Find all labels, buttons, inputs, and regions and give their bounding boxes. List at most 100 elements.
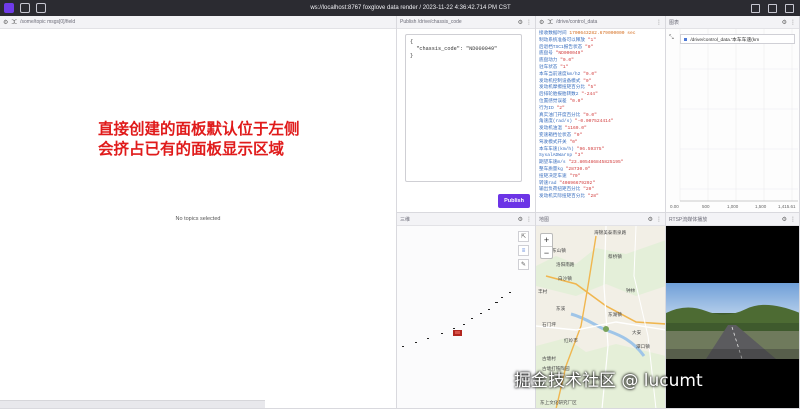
message-field-row: 驾驶模式开关 "0" [539,140,662,147]
field-key: SysalADWarnp [539,153,573,159]
message-tree: 接收数据时间 1700643282.679000000 sec 制动系统准备可以释… [536,29,665,203]
map-label: 东溪 [556,306,566,311]
field-key: 扭矩决定车速 [539,173,567,179]
panel-header: 三维 ⚙ ⋮ [397,213,535,226]
topic-path-input[interactable]: /some/topic msgs[0]/field [20,19,393,25]
field-key: 整车质量kg [539,166,563,172]
message-field-row: 底盘动力 "0.0" [539,58,662,65]
map-label: 石门坪 [542,322,556,327]
x-tick-0: 0.00 [670,204,679,209]
field-key: 变速箱挡位状态 [539,132,572,138]
topbar-right [751,3,800,13]
map-label: 蔡桥镇 [608,254,622,259]
field-value: "3" [574,153,584,159]
map-label: 东上文化研究厂区 [540,400,577,405]
more-icon[interactable]: ⋮ [526,19,532,26]
field-key: 转速rad [539,180,557,186]
layout-menu-icon[interactable] [20,3,30,13]
message-field-row: 变速箱挡位状态 "0" [539,133,662,140]
empty-state-text: No topics selected [175,216,221,222]
field-value: "28730.0" [565,166,591,172]
map-label: 红岭市 [564,338,578,343]
field-value: "-244" [581,92,598,98]
more-icon[interactable]: ⋮ [656,19,662,26]
map-label: 潭口镇 [636,344,650,349]
panel-title: RTSP流媒体播放 [669,216,708,223]
topic-path-input[interactable]: /drive/control_data [556,19,653,25]
annotation-text: 直接创建的面板默认位于左侧 会挤占已有的面板显示区域 [98,120,300,160]
panel-title: 图表 [669,19,680,26]
map-label: 东湖镇 [608,312,622,317]
settings-icon[interactable]: ⚙ [3,19,8,26]
user-menu-icon[interactable] [785,3,794,13]
topic-icon[interactable]: ⵋ [547,19,553,26]
collapse-legend-icon[interactable]: ⤡ [669,35,674,42]
x-tick-1: 500 [702,204,710,209]
topic-icon[interactable]: ⵋ [11,19,17,26]
field-value: "70" [569,173,581,179]
right-sidebar-toggle-icon[interactable] [768,3,777,13]
field-value: "23.805486845825195" [568,160,624,166]
zoom-out-button[interactable]: − [541,246,552,258]
panel-header: ⚙ ⵋ /some/topic msgs[0]/field [0,16,396,29]
field-value: "1" [560,64,569,70]
field-key: 驾驶模式开关 [539,139,567,145]
raw-messages-panel: ⚙ ⵋ /drive/control_data ⋮ 接收数据时间 1700643… [536,16,666,213]
message-field-row: 发动机油温 "1169.0" [539,126,662,133]
field-value: "0" [569,139,578,145]
field-value: "0" [583,78,592,84]
topbar-left [0,3,70,13]
plot-legend[interactable]: /drive/control_data.'本车车速(km [680,34,795,44]
settings-icon[interactable]: ⚙ [648,216,653,223]
field-key: 真实油门开度百分比 [539,112,581,118]
plot-area[interactable]: 0.00 500 1,000 1,500 1,415.61 /drive/con… [666,29,799,212]
field-value: "0.0" [560,58,574,64]
settings-icon[interactable]: ⚙ [539,19,544,26]
annotation-line-1: 直接创建的面板默认位于左侧 [98,121,300,138]
map-label: 海锦美泰南泉路 [594,230,627,235]
publish-button[interactable]: Publish [498,194,530,208]
add-panel-icon[interactable] [36,3,46,13]
field-value: "1169.0" [564,126,587,132]
field-key: 行为ID [539,105,554,111]
field-value: "96.59375" [576,146,605,152]
settings-icon[interactable]: ⚙ [518,19,523,26]
field-value: "5" [587,85,596,91]
more-icon[interactable]: ⋮ [526,216,532,223]
camera-video[interactable] [666,283,799,359]
x-tick-2: 1,000 [727,204,739,209]
map-label: 洛阳南路 [556,262,575,267]
field-value: "40896679292" [559,180,596,186]
message-field-row: 期望车速m/s "23.805486845825195" [539,160,662,167]
settings-icon[interactable]: ⚙ [782,19,787,26]
settings-icon[interactable]: ⚙ [782,216,787,223]
panel-header: ⚙ ⵋ /drive/control_data ⋮ [536,16,665,29]
map-label: 大安 [632,330,642,335]
left-sidebar-toggle-icon[interactable] [751,3,760,13]
field-value: "0" [584,44,594,50]
field-key: 后退档TSC1报告状态 [539,44,583,50]
field-key: 本车车速(km/h) [539,146,574,152]
settings-icon[interactable]: ⚙ [518,216,523,223]
zoom-in-button[interactable]: + [541,234,552,246]
field-key: 底盘号 [539,51,553,57]
more-icon[interactable]: ⋮ [656,216,662,223]
watermark: 掘金技术社区 @ lucumt [514,371,703,391]
app-logo-icon[interactable] [4,3,14,13]
message-field-row: 后排轮胎报胎转数2 "-244" [539,92,662,99]
panel-title: Publish /drive/chassis_code [400,19,462,25]
field-key: 输出负荷扭矩百分比 [539,187,581,193]
message-editor[interactable]: { "chassis_code": "ND000049" } [405,34,522,182]
app-topbar: ws://localhost:8767 foxglove data render… [0,0,800,16]
map-label: 丰村 [538,289,548,294]
publish-panel: Publish /drive/chassis_code ⚙ ⋮ { "chass… [397,16,536,213]
message-field-row: 整车质量kg "28730.0" [539,167,662,174]
field-key: 底盘动力 [539,58,558,64]
horizontal-scrollbar[interactable] [0,400,265,408]
more-icon[interactable]: ⋮ [790,216,796,223]
field-value: "2" [556,105,565,111]
field-value: "20" [583,187,595,193]
field-key: 发动机摩擦扭矩百分比 [539,85,585,91]
more-icon[interactable]: ⋮ [790,19,796,26]
field-key: 接收数据时间 [539,31,567,36]
